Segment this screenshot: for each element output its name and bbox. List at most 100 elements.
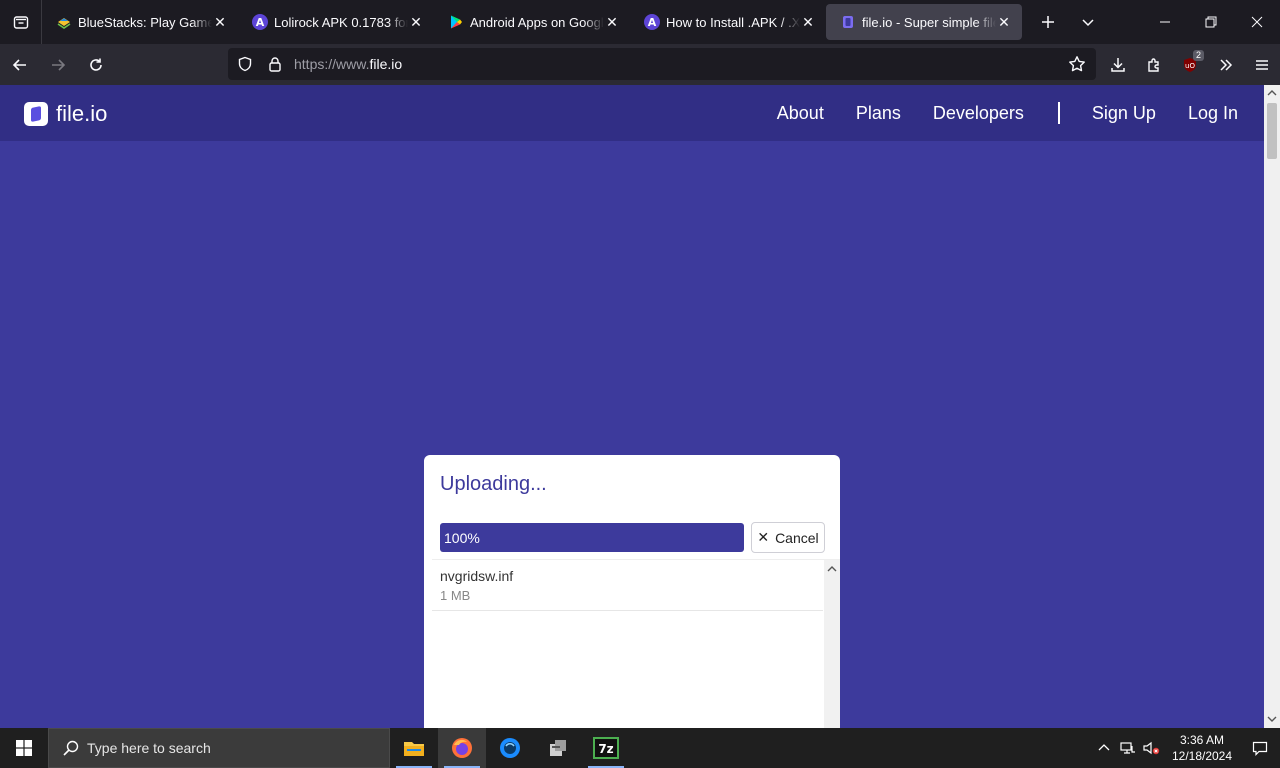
url-prefix: https://www. xyxy=(294,56,370,72)
tracking-protection-shield-icon[interactable] xyxy=(232,48,258,80)
close-tab-icon[interactable]: ✕ xyxy=(604,14,620,30)
minimize-button[interactable] xyxy=(1142,0,1188,44)
taskbar-search-box[interactable]: Type here to search xyxy=(48,728,390,768)
system-tray: 3:36 AM 12/18/2024 xyxy=(1092,728,1280,768)
more-tools-button[interactable] xyxy=(1208,44,1244,85)
tab-lolirock[interactable]: A Lolirock APK 0.1783 for Android ✕ xyxy=(238,4,434,40)
search-icon xyxy=(63,740,79,756)
scroll-up-icon xyxy=(827,566,837,572)
extensions-button[interactable] xyxy=(1136,44,1172,85)
logo-text: file.io xyxy=(56,101,108,126)
blue-globe-app-icon xyxy=(500,738,520,758)
download-icon xyxy=(1111,57,1125,72)
taskbar-firefox[interactable] xyxy=(438,728,486,768)
tab-title: BlueStacks: Play Games on PC xyxy=(78,14,212,30)
tab-google-play[interactable]: Android Apps on Google Play ✕ xyxy=(434,4,630,40)
start-button[interactable] xyxy=(0,728,48,768)
hamburger-menu-icon xyxy=(1256,59,1268,70)
forward-button[interactable] xyxy=(40,49,76,81)
clock-time: 3:36 AM xyxy=(1179,733,1225,747)
taskbar-app-installer[interactable] xyxy=(534,728,582,768)
volume-tray-icon[interactable] xyxy=(1140,728,1164,768)
nav-link-developers[interactable]: Developers xyxy=(933,103,1024,124)
taskbar-app-blue[interactable] xyxy=(486,728,534,768)
page-scrollbar[interactable] xyxy=(1264,85,1280,728)
firefox-view-icon xyxy=(13,16,28,29)
fileio-logo-icon xyxy=(24,102,48,126)
show-hidden-icons-button[interactable] xyxy=(1092,728,1116,768)
navigation-toolbar: https://www.file.io uO 2 xyxy=(0,44,1280,85)
arrow-left-icon xyxy=(12,58,26,71)
apkpure-a-icon: A xyxy=(252,14,268,30)
list-all-tabs-button[interactable] xyxy=(1068,0,1108,44)
reload-button[interactable] xyxy=(78,49,114,81)
scrollbar-thumb[interactable] xyxy=(1267,103,1277,159)
svg-text:A: A xyxy=(256,16,265,29)
address-bar[interactable]: https://www.file.io xyxy=(228,48,1096,80)
google-play-icon xyxy=(448,14,464,30)
nav-link-about[interactable]: About xyxy=(777,103,824,124)
apkpure-a-icon: A xyxy=(644,14,660,30)
upload-file-list: nvgridsw.inf 1 MB xyxy=(432,559,840,728)
chevron-down-icon xyxy=(1082,19,1094,27)
back-button[interactable] xyxy=(2,49,38,81)
svg-text:7z: 7z xyxy=(598,742,613,756)
cancel-label: Cancel xyxy=(775,529,819,546)
search-placeholder: Type here to search xyxy=(87,740,211,756)
tab-bluestacks[interactable]: BlueStacks: Play Games on PC ✕ xyxy=(42,4,238,40)
minimize-icon xyxy=(1160,21,1170,23)
nav-divider xyxy=(1057,102,1060,124)
lock-icon[interactable] xyxy=(262,48,288,80)
new-tab-button[interactable] xyxy=(1028,0,1068,44)
bookmark-star-icon[interactable] xyxy=(1068,48,1086,80)
tab-title: Android Apps on Google Play xyxy=(470,14,604,30)
close-tab-icon[interactable]: ✕ xyxy=(212,14,228,30)
speaker-muted-icon xyxy=(1143,741,1160,755)
url-domain: file.io xyxy=(369,56,403,72)
file-list-scrollbar[interactable] xyxy=(824,560,840,728)
nav-link-plans[interactable]: Plans xyxy=(856,103,901,124)
file-name: nvgridsw.inf xyxy=(440,568,514,584)
tab-title: How to Install .APK / .XAPK xyxy=(666,14,800,30)
restore-button[interactable] xyxy=(1188,0,1234,44)
svg-text:A: A xyxy=(648,16,657,29)
installer-app-icon xyxy=(550,740,566,756)
restore-icon xyxy=(1205,16,1217,28)
list-item: nvgridsw.inf 1 MB xyxy=(432,560,823,611)
clock[interactable]: 3:36 AM 12/18/2024 xyxy=(1164,732,1240,764)
app-menu-button[interactable] xyxy=(1244,44,1280,85)
file-size: 1 MB xyxy=(440,588,471,603)
close-window-button[interactable] xyxy=(1234,0,1280,44)
web-page: file.io About Plans Developers Sign Up L… xyxy=(0,85,1264,728)
tab-title: file.io - Super simple file sharing xyxy=(862,14,996,30)
close-tab-icon[interactable]: ✕ xyxy=(800,14,816,30)
7zip-icon: 7z xyxy=(593,737,619,759)
close-tab-icon[interactable]: ✕ xyxy=(408,14,424,30)
reload-icon xyxy=(90,58,102,71)
fileio-logo[interactable]: file.io xyxy=(24,101,107,127)
network-icon xyxy=(1120,742,1135,754)
clock-date: 12/18/2024 xyxy=(1171,749,1233,763)
taskbar-file-explorer[interactable] xyxy=(390,728,438,768)
svg-text:uO: uO xyxy=(1185,62,1195,70)
downloads-button[interactable] xyxy=(1100,44,1136,85)
close-tab-icon[interactable]: ✕ xyxy=(996,14,1012,30)
ublock-extension-button[interactable]: uO 2 xyxy=(1172,44,1208,85)
tab-install-apk[interactable]: A How to Install .APK / .XAPK ✕ xyxy=(630,4,826,40)
tab-strip: BlueStacks: Play Games on PC ✕ A Loliroc… xyxy=(0,0,1280,44)
scroll-up-icon xyxy=(1267,90,1277,96)
taskbar-7zip[interactable]: 7z xyxy=(582,728,630,768)
tab-fileio[interactable]: file.io - Super simple file sharing ✕ xyxy=(826,4,1022,40)
bluestacks-icon xyxy=(56,14,72,30)
upload-heading: Uploading... xyxy=(440,473,547,495)
firefox-view-button[interactable] xyxy=(0,0,42,44)
upload-dialog: Uploading... 100% ✕ Cancel nvgridsw.inf … xyxy=(424,455,840,728)
notification-center-button[interactable] xyxy=(1240,728,1280,768)
network-tray-icon[interactable] xyxy=(1116,728,1140,768)
sign-up-link[interactable]: Sign Up xyxy=(1092,103,1156,124)
url-text[interactable]: https://www.file.io xyxy=(294,56,402,72)
arrow-right-icon xyxy=(52,58,66,71)
log-in-link[interactable]: Log In xyxy=(1188,103,1238,124)
cancel-upload-button[interactable]: ✕ Cancel xyxy=(751,522,825,553)
site-header: file.io About Plans Developers Sign Up L… xyxy=(0,85,1264,141)
